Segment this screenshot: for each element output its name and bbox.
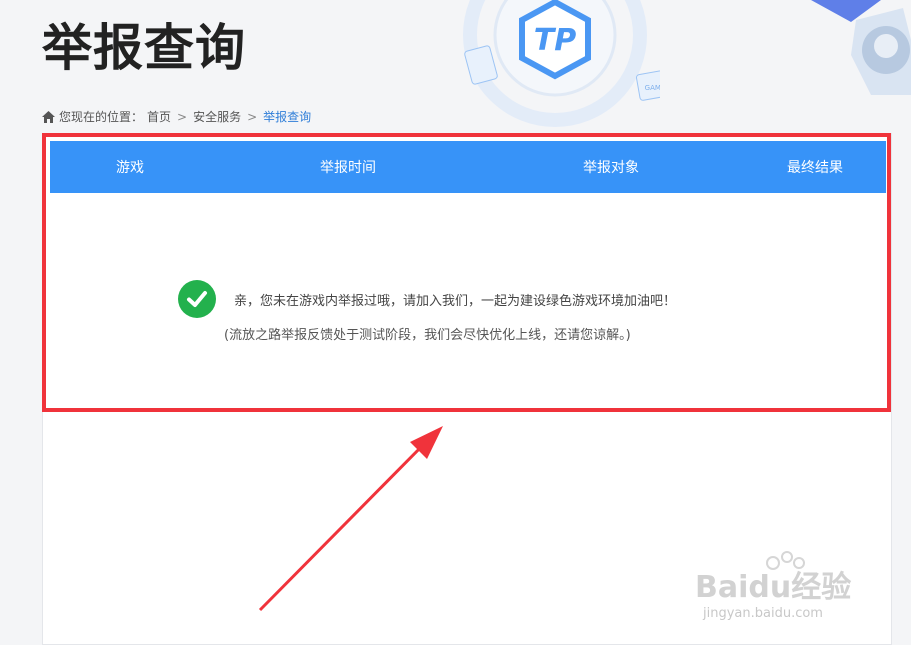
svg-text:TP: TP (534, 23, 576, 58)
breadcrumb: 您现在的位置： 首页 > 安全服务 > 举报查询 (42, 108, 311, 125)
svg-text:jingyan.baidu.com: jingyan.baidu.com (702, 606, 823, 621)
svg-text:GAME: GAME (645, 84, 660, 92)
empty-state-note: (流放之路举报反馈处于测试阶段，我们会尽快优化上线，还请您谅解。) (224, 328, 631, 343)
empty-state: 亲，您未在游戏内举报过哦，请加入我们，一起为建设绿色游戏环境加油吧！ (178, 280, 676, 318)
character-art (811, 0, 911, 95)
breadcrumb-separator: > (247, 109, 258, 124)
svg-text:Baidu经验: Baidu经验 (695, 570, 851, 605)
page-title: 举报查询 (42, 19, 246, 77)
breadcrumb-home-link[interactable]: 首页 (147, 108, 171, 125)
empty-state-message: 亲，您未在游戏内举报过哦，请加入我们，一起为建设绿色游戏环境加油吧！ (234, 293, 677, 309)
watermark: Baidu经验 jingyan.baidu.com (695, 545, 865, 625)
arrow-icon (258, 426, 443, 612)
tp-logo-graphic: TP GAME (463, 0, 660, 127)
highlight-box (42, 133, 891, 412)
breadcrumb-current: 举报查询 (263, 110, 312, 124)
breadcrumb-separator: > (177, 109, 188, 124)
home-icon (42, 110, 55, 123)
breadcrumb-section-link[interactable]: 安全服务 (193, 108, 241, 125)
check-icon (178, 280, 216, 318)
breadcrumb-prefix: 您现在的位置： (59, 110, 144, 124)
